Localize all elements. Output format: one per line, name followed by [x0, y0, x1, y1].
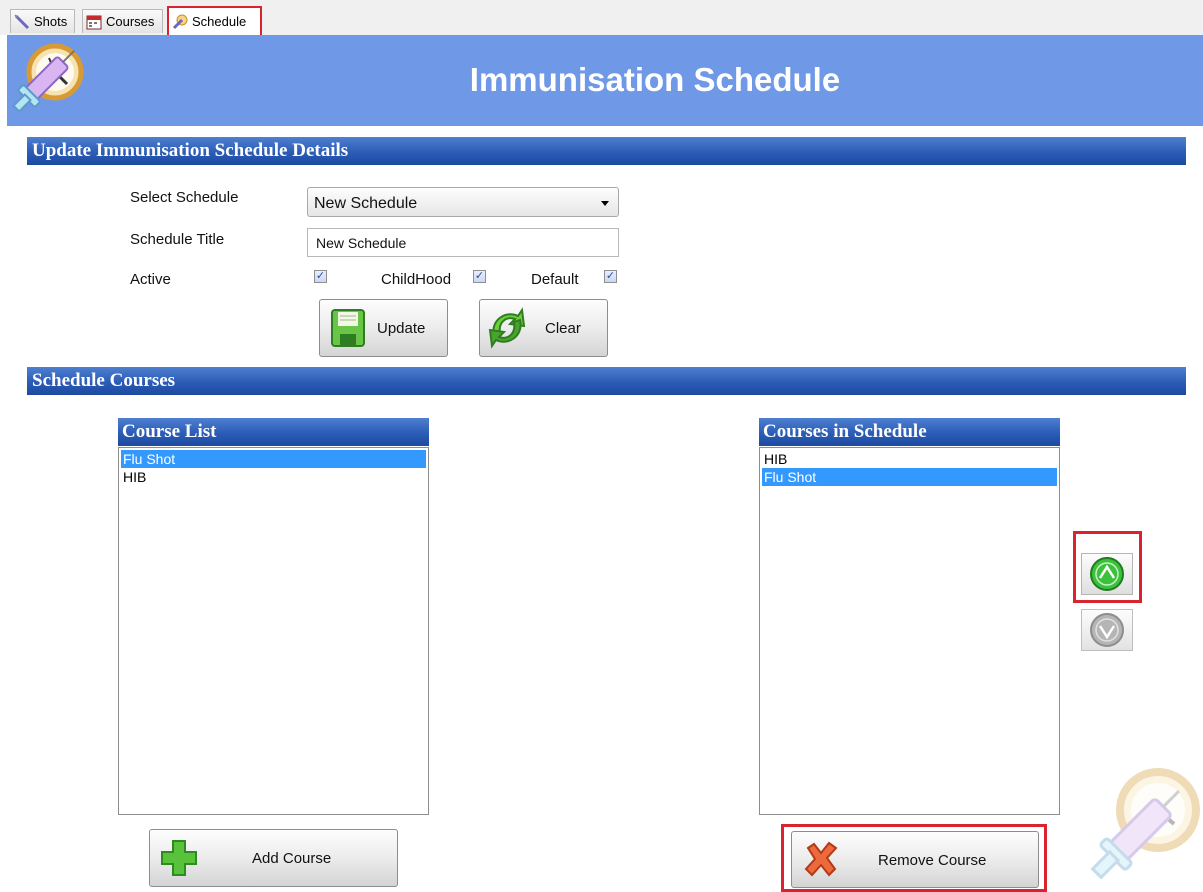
update-button[interactable]: Update	[319, 299, 448, 357]
clear-button[interactable]: Clear	[479, 299, 608, 357]
tab-label: Shots	[34, 14, 68, 29]
add-course-button-label: Add Course	[252, 850, 332, 867]
tab-shots[interactable]: Shots	[10, 9, 75, 33]
move-up-highlight	[1073, 531, 1142, 603]
schedule-list-header: Courses in Schedule	[759, 418, 1060, 446]
course-list-header: Course List	[118, 418, 429, 446]
list-item[interactable]: Flu Shot	[762, 468, 1057, 486]
courses-section-header: Schedule Courses	[27, 367, 1186, 395]
tab-strip: Shots Courses Schedule	[0, 0, 1203, 35]
list-item[interactable]: HIB	[762, 450, 1057, 468]
watermark-logo	[1090, 768, 1200, 880]
details-section-header: Update Immunisation Schedule Details	[27, 137, 1186, 165]
list-item[interactable]: HIB	[121, 468, 426, 486]
tab-label: Schedule	[192, 14, 247, 29]
update-button-label: Update	[377, 320, 426, 337]
page-header: Immunisation Schedule	[7, 35, 1203, 126]
syringe-icon	[14, 13, 30, 29]
active-label: Active	[130, 271, 171, 288]
calendar-icon	[86, 15, 102, 29]
list-item[interactable]: Flu Shot	[121, 450, 426, 468]
childhood-checkbox[interactable]: ✓	[473, 270, 486, 283]
schedule-course-list[interactable]: HIB Flu Shot	[759, 447, 1060, 815]
default-checkbox[interactable]: ✓	[604, 270, 617, 283]
clear-button-label: Clear	[545, 320, 581, 337]
save-icon	[331, 309, 365, 347]
remove-course-highlight	[781, 824, 1047, 892]
schedule-title-label: Schedule Title	[130, 231, 225, 248]
move-down-button[interactable]	[1081, 609, 1133, 651]
clear-icon	[488, 307, 526, 349]
add-course-button[interactable]: Add Course	[149, 829, 398, 887]
tab-courses[interactable]: Courses	[82, 9, 163, 33]
chevron-down-icon[interactable]	[601, 201, 609, 206]
schedule-select-value: New Schedule	[314, 195, 418, 212]
course-list[interactable]: Flu Shot HIB	[118, 447, 429, 815]
tab-label: Courses	[106, 14, 155, 29]
default-label: Default	[531, 271, 579, 288]
move-down-icon	[1090, 613, 1124, 647]
plus-icon	[161, 840, 197, 876]
select-schedule-label: Select Schedule	[130, 189, 239, 206]
childhood-label: ChildHood	[381, 271, 452, 288]
schedule-select[interactable]: New Schedule	[307, 187, 619, 217]
schedule-icon	[172, 14, 188, 29]
active-checkbox[interactable]: ✓	[314, 270, 327, 283]
schedule-title-input[interactable]: New Schedule	[307, 228, 619, 257]
page-title: Immunisation Schedule	[469, 61, 841, 98]
tab-schedule[interactable]: Schedule	[167, 6, 262, 35]
